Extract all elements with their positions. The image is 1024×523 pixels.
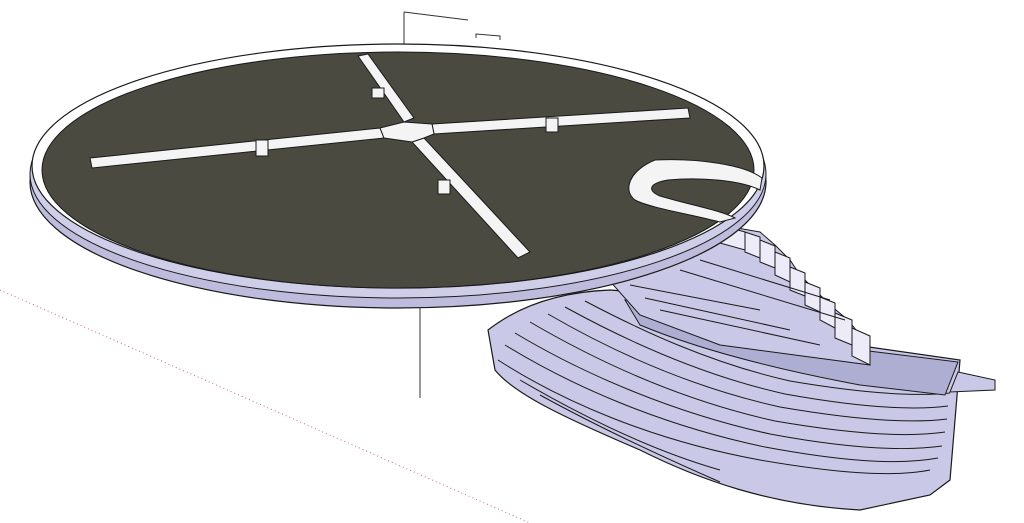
hull-nose	[949, 371, 996, 393]
sketchup-3d-viewport[interactable]	[0, 0, 1024, 523]
rail-clip-right	[545, 117, 559, 133]
model-canvas[interactable]	[0, 0, 1024, 523]
rail-clip-bottom	[437, 179, 451, 195]
axis-tick-top	[403, 11, 469, 21]
red-axis-line	[0, 289, 531, 523]
rail-clip-left	[255, 139, 269, 157]
rail-clip-top	[371, 87, 385, 99]
axis-bracket	[475, 33, 501, 40]
